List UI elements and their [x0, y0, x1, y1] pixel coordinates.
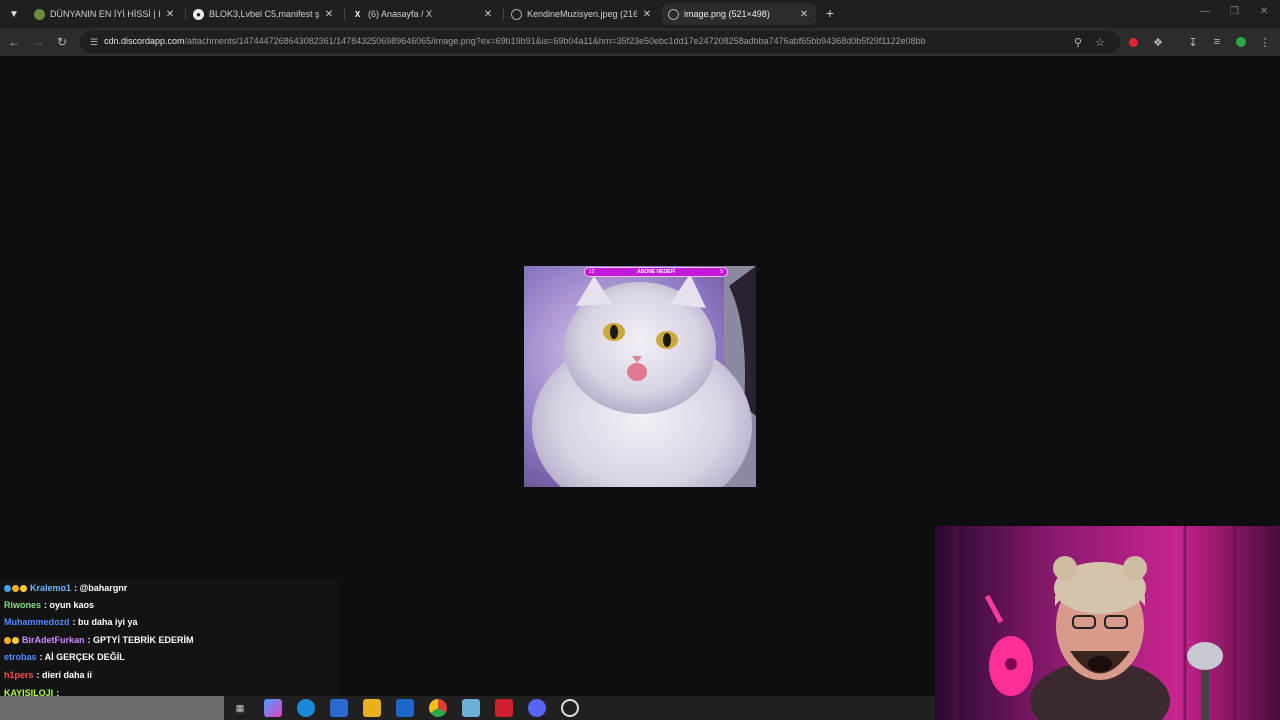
viewed-image: 12 ABONE HEDEFİ 5	[524, 266, 756, 487]
back-icon[interactable]: ←	[6, 34, 22, 50]
windows-taskbar: ▦	[0, 696, 935, 720]
goal-target: 5	[720, 269, 723, 275]
tab-4[interactable]: image.png (521×498) ✕	[662, 3, 816, 25]
bookmark-star-icon[interactable]: ☆	[1092, 34, 1108, 50]
chat-text: : oyun kaos	[44, 600, 95, 610]
store-icon[interactable]	[330, 699, 348, 717]
chat-username: BirAdetFurkan	[22, 635, 85, 645]
chat-badges	[4, 635, 20, 645]
chat-text: : GPTYİ TEBRİK EDERİM	[87, 635, 194, 645]
menu-kebab-icon[interactable]: ⋮	[1257, 34, 1273, 50]
media-queue-icon[interactable]: ≡	[1209, 34, 1225, 50]
close-icon[interactable]: ✕	[641, 9, 653, 20]
chat-badges	[4, 583, 28, 593]
subscriber-goal-bar: 12 ABONE HEDEFİ 5	[584, 267, 728, 277]
browser-toolbar: ← → ↻ ☰ cdn.discordapp.com/attachments/1…	[0, 28, 1280, 56]
x-icon: X	[354, 9, 361, 19]
app-red-icon[interactable]	[495, 699, 513, 717]
close-window-icon[interactable]: ✕	[1260, 6, 1268, 17]
forward-icon[interactable]: →	[30, 34, 46, 50]
app-circle-icon[interactable]	[561, 699, 579, 717]
chat-username: Kralemo1	[30, 583, 72, 593]
tab-title: (6) Anasayfa / X	[368, 9, 433, 19]
outlook-icon[interactable]	[396, 699, 414, 717]
close-icon[interactable]: ✕	[323, 9, 335, 20]
chat-text: : bu daha iyi ya	[72, 617, 138, 627]
globe-icon	[34, 8, 45, 20]
tab-title: DÜNYANIN EN İYİ HİSSİ | KÖR	[50, 9, 160, 19]
close-icon[interactable]: ✕	[164, 9, 176, 20]
reload-icon[interactable]: ↻	[54, 34, 70, 50]
copilot-icon[interactable]	[264, 699, 282, 717]
music-icon: ●	[193, 8, 204, 20]
badge-icon	[4, 637, 11, 644]
chat-username: Muhammedozd	[4, 617, 70, 627]
chat-text: : dieri daha ii	[36, 670, 93, 680]
file-explorer-icon[interactable]	[363, 699, 381, 717]
tab-0[interactable]: DÜNYANIN EN İYİ HİSSİ | KÖR ✕	[28, 3, 182, 25]
streamer-webcam	[935, 526, 1280, 720]
weather-widget[interactable]	[0, 696, 224, 720]
tab-title: KendineMuzisyen.jpeg (2160×	[527, 9, 637, 19]
profile-icon[interactable]	[1233, 34, 1249, 50]
address-bar[interactable]: ☰ cdn.discordapp.com/attachments/1474447…	[80, 31, 1120, 53]
extensions-puzzle-icon[interactable]: ❖	[1150, 34, 1166, 50]
tab-strip: ▼ DÜNYANIN EN İYİ HİSSİ | KÖR ✕ ● BLOK3,…	[0, 0, 1280, 28]
badge-icon	[20, 585, 27, 592]
site-info-icon[interactable]: ☰	[88, 36, 100, 48]
globe-icon	[511, 8, 522, 20]
chat-message: BirAdetFurkan: GPTYİ TEBRİK EDERİM	[4, 635, 194, 645]
tab-title: BLOK3,Lvbel C5,manifest şarkıla	[209, 9, 319, 19]
discord-icon[interactable]	[528, 699, 546, 717]
chat-username: h1pers	[4, 670, 34, 680]
chrome-icon[interactable]	[429, 699, 447, 717]
badge-icon	[4, 585, 11, 592]
extension-red-icon[interactable]	[1125, 34, 1141, 50]
badge-icon	[12, 637, 19, 644]
badge-icon	[12, 585, 19, 592]
tab-title: image.png (521×498)	[684, 9, 770, 19]
chat-message: etrobas: Aİ GERÇEK DEĞİL	[4, 652, 125, 662]
tab-2[interactable]: X (6) Anasayfa / X ✕	[346, 3, 500, 25]
chat-message: Riwones: oyun kaos	[4, 600, 94, 610]
restore-icon[interactable]: ❐	[1230, 6, 1239, 17]
cat-photo	[524, 266, 756, 487]
download-icon[interactable]: ↧	[1185, 34, 1201, 50]
zoom-icon[interactable]: ⚲	[1070, 34, 1086, 50]
chat-username: Riwones	[4, 600, 42, 610]
edge-icon[interactable]	[297, 699, 315, 717]
globe-icon	[668, 8, 679, 20]
new-tab-button[interactable]: +	[822, 5, 838, 21]
chat-message: h1pers: dieri daha ii	[4, 670, 92, 680]
task-view-icon[interactable]: ▦	[231, 699, 249, 717]
chat-text: : Aİ GERÇEK DEĞİL	[39, 652, 125, 662]
chat-username: etrobas	[4, 652, 37, 662]
notepad-icon[interactable]	[462, 699, 480, 717]
chat-message: Muhammedozd: bu daha iyi ya	[4, 617, 138, 627]
tab-1[interactable]: ● BLOK3,Lvbel C5,manifest şarkıla ✕	[187, 3, 341, 25]
chat-message: Kralemo1: @bahargnr	[4, 583, 127, 593]
webcam-feed	[935, 526, 1280, 720]
close-icon[interactable]: ✕	[482, 9, 494, 20]
goal-label: ABONE HEDEFİ	[637, 269, 675, 275]
chat-text: : @bahargnr	[74, 583, 128, 593]
close-icon[interactable]: ✕	[798, 9, 810, 20]
minimize-icon[interactable]: —	[1200, 6, 1210, 17]
tab-search-chevron-icon[interactable]: ▼	[4, 4, 24, 24]
url-text[interactable]: cdn.discordapp.com/attachments/147444726…	[104, 36, 926, 46]
tab-3[interactable]: KendineMuzisyen.jpeg (2160× ✕	[505, 3, 659, 25]
